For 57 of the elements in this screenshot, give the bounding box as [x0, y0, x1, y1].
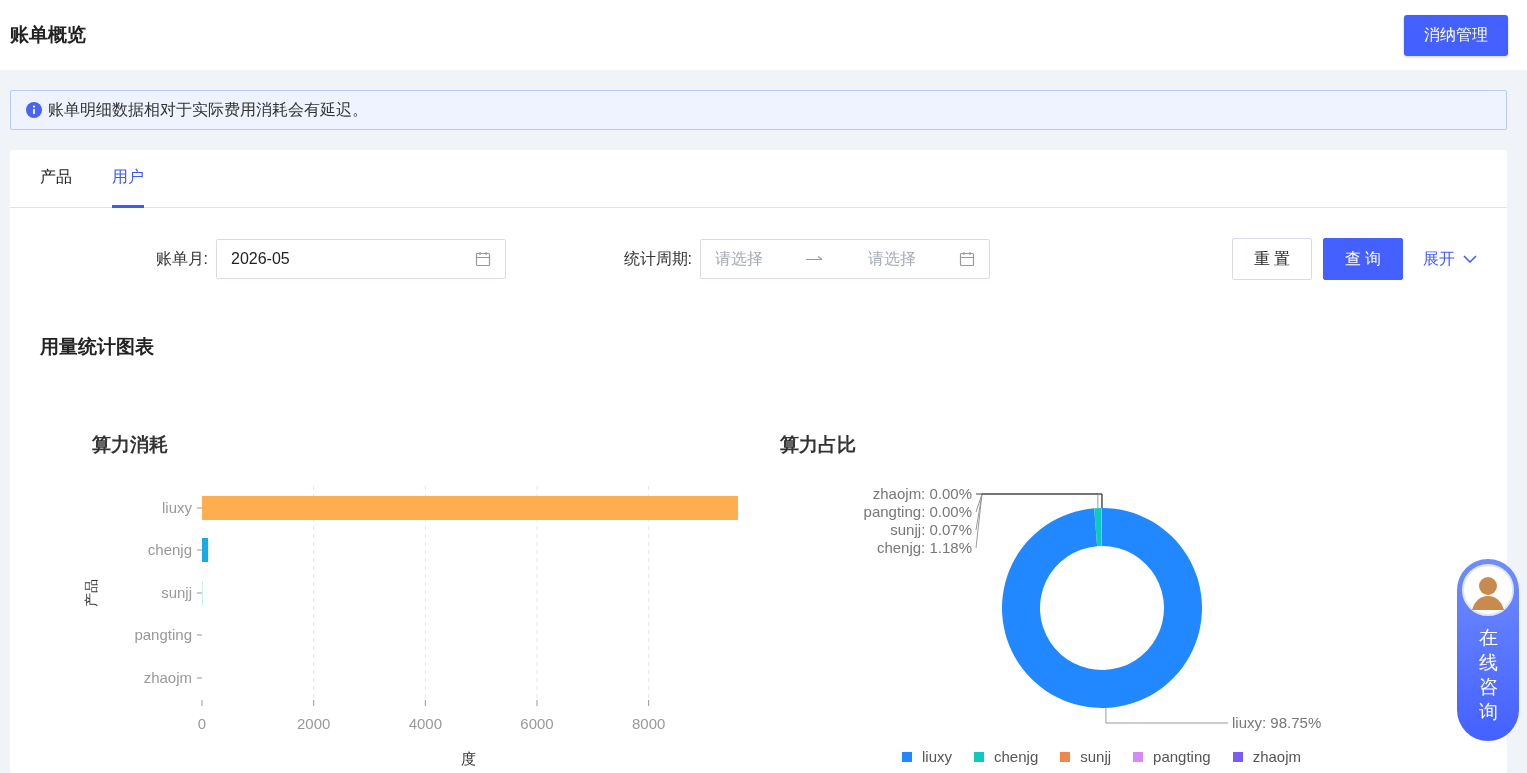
axis-title: 度: [460, 750, 476, 767]
tick-label: 2000: [297, 715, 331, 732]
manage-button[interactable]: 消纳管理: [1404, 14, 1508, 56]
axis-tick: [424, 699, 426, 707]
section-title: 用量统计图表: [40, 335, 155, 359]
category-label: sunjj: [161, 584, 192, 601]
chart-title: 算力消耗: [91, 433, 169, 457]
tab[interactable]: 用户: [112, 150, 144, 208]
legend-label[interactable]: pangting: [1153, 748, 1211, 765]
month-picker[interactable]: 2026-05: [216, 239, 506, 279]
chevron-down-icon: [1463, 255, 1477, 263]
slice-label: sunjj: 0.07%: [890, 521, 972, 538]
axis-tick: [313, 699, 315, 707]
tab[interactable]: 产品: [40, 150, 72, 208]
calendar-icon: [475, 251, 491, 267]
page-title: 账单概览: [10, 23, 86, 47]
field-label: 统计周期:: [622, 248, 692, 269]
axis-tick: [648, 699, 650, 707]
info-icon: [26, 102, 42, 118]
category-label: pangting: [134, 626, 192, 643]
avatar-icon: [1462, 564, 1514, 616]
expand-link[interactable]: 展开: [1423, 248, 1477, 270]
field-value: 2026-05: [231, 250, 290, 268]
axis-tick: [196, 634, 203, 636]
tick-label: 6000: [520, 715, 554, 732]
slice-label: pangting: 0.00%: [863, 503, 972, 520]
reset-button[interactable]: 重 置: [1232, 238, 1312, 280]
tick-label: 0: [197, 715, 207, 732]
arrow-icon: [806, 255, 825, 263]
notice-text: 账单明细数据相对于实际费用消耗会有延迟。: [48, 99, 368, 120]
tick-label: 4000: [408, 715, 442, 732]
slice-label: chenjg: 1.18%: [876, 539, 972, 556]
category-label: chenjg: [147, 541, 192, 558]
axis-tick: [196, 507, 203, 509]
end-placeholder: 请选择: [867, 248, 916, 269]
legend-label[interactable]: liuxy: [922, 748, 952, 765]
start-placeholder: 请选择: [715, 248, 763, 269]
axis-tick: [196, 549, 203, 551]
calendar-icon: [959, 251, 975, 267]
chart-title: 算力占比: [780, 433, 857, 457]
category-label: liuxy: [162, 499, 192, 516]
axis-tick: [196, 592, 203, 594]
axis-title: 产品: [83, 579, 99, 607]
bar: [202, 538, 209, 562]
category-label: zhaojm: [143, 669, 192, 686]
online-consult-button[interactable]: 在线咨询: [1457, 559, 1519, 741]
query-button[interactable]: 查 询: [1323, 238, 1403, 280]
field-label: 账单月:: [154, 248, 208, 269]
axis-tick: [201, 699, 203, 707]
slice-label: liuxy: 98.75%: [1232, 714, 1322, 731]
legend-label[interactable]: chenjg: [994, 748, 1039, 765]
axis-tick: [536, 699, 538, 707]
legend-label[interactable]: sunjj: [1080, 748, 1112, 765]
axis-tick: [196, 677, 203, 679]
tick-label: 8000: [632, 715, 666, 732]
slice-label: zhaojm: 0.00%: [872, 485, 972, 502]
legend-label[interactable]: zhaojm: [1252, 748, 1301, 765]
